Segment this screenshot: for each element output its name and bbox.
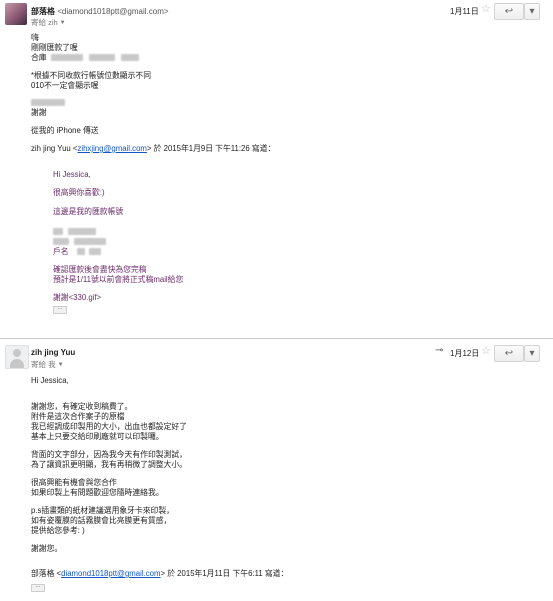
body-line: 謝謝您，有確定收到稿費了。 [31,402,133,411]
recipient-details-icon[interactable]: ▼ [58,362,64,368]
quote-header-prefix: 部落格 < [31,569,62,578]
body-thanks: 謝謝您。 [31,544,63,553]
chevron-down-icon: ▾ [529,6,535,17]
quote-account: 這邊是我的匯款帳號 [53,207,124,216]
redacted-text [76,248,85,255]
bank-name: 合庫 [31,53,47,62]
quote-confirm: 預計是1/11號以前會將正式稿mail給您 [53,275,184,284]
redacted-text [68,228,97,235]
reply-button[interactable]: ↩ [494,3,524,20]
body-line: 為了讓資訊更明顯，我有再稍微了調整大小。 [31,460,187,469]
body-line: 提供給您參考: ) [31,526,85,535]
body-hi: Hi Jessica, [31,376,69,385]
redacted-text [74,238,107,245]
quote-confirm: 確認匯款後會盡快為您完稿 [53,265,147,274]
sender-avatar[interactable] [5,345,29,369]
show-trimmed-content-button[interactable]: ... [53,305,67,314]
quote-hi: Hi Jessica, [53,170,91,179]
quote-header-suffix: > 於 2015年1月9日 下午11:26 寫道： [146,144,276,153]
sender-line: 部落格 <diamond1018ptt@gmail.com> [31,6,169,17]
body-line: 我已經調成印製用的大小，出血也都設定好了 [31,422,187,431]
reply-icon: ↩ [504,348,514,359]
more-options-button[interactable]: ▾ [524,3,540,20]
redacted-text [121,54,140,61]
body-line: 附件是這次合作案子的原檔 [31,412,125,421]
recipient-text: 寄給 我 [31,360,56,369]
attachment-clip-icon: ⊸ [435,345,444,356]
body-sent-from: 從我的 iPhone 傳送 [31,126,99,135]
redacted-text [31,99,65,106]
body-line: p.s插畫類的紙材建議選用象牙卡來印製， [31,506,174,515]
recipient-line[interactable]: 寄給 zih ▼ [31,17,66,28]
quote-header: zih jing Yuu <zihxjing@gmail.com> 於 2015… [31,144,275,155]
recipient-text: 寄給 zih [31,18,58,27]
show-trimmed-content-button[interactable]: ... [31,583,45,592]
message-1: 部落格 <diamond1018ptt@gmail.com> 寄給 zih ▼ 1… [0,0,553,324]
body-note: 010不一定會顯示喔 [31,81,99,90]
star-icon[interactable]: ☆ [481,344,491,357]
sender-email: <diamond1018ptt@gmail.com> [57,7,169,16]
message-date[interactable]: 1月11日 [450,6,479,17]
redacted-text [53,228,63,235]
body-line: 很高興能有機會與您合作 [31,478,117,487]
redacted-text [88,248,101,255]
quote-holder: 戶名 [53,247,101,258]
sender-avatar[interactable] [5,3,27,25]
reply-icon: ↩ [504,6,514,17]
body-line: 基本上只要交給印刷廠就可以印製囉。 [31,432,164,441]
more-options-button[interactable]: ▾ [524,345,540,362]
body-greeting: 嗨 [31,33,39,42]
redacted-text [53,238,69,245]
quote-happy: 很高興你喜歡:) [53,188,105,197]
quote-email-link[interactable]: diamond1018ptt@gmail.com [61,569,160,578]
body-line: 剛剛匯款了喔 [31,43,78,52]
redacted-text [88,54,115,61]
recipient-line[interactable]: 寄給 我 ▼ [31,359,64,370]
body-line: 背面的文字部分，因為我今天有作印製測試， [31,450,187,459]
body-thanks: 謝謝 [31,108,47,117]
redacted-text [50,54,83,61]
chevron-down-icon: ▾ [529,348,535,359]
sender-name[interactable]: zih jing Yuu [31,348,75,357]
quote-redacted [53,227,97,238]
body-line: 如果印製上有問題歡迎您隨時連絡我。 [31,488,164,497]
quote-redacted [53,237,107,248]
body-line-bank: 合庫 [31,53,140,64]
quote-header-prefix: zih jing Yuu < [31,144,78,153]
body-line: 如有姿覆膜的話霧膜會比亮膜更有質感， [31,516,172,525]
body-note: *根據不同收款行帳號位數顯示不同 [31,71,151,80]
quote-email-link[interactable]: zihxjing@gmail.com [77,144,146,153]
message-date[interactable]: 1月12日 [450,348,479,359]
body-redacted [31,98,65,109]
sender-name[interactable]: 部落格 [31,7,55,16]
recipient-details-icon[interactable]: ▼ [60,20,66,26]
message-2: zih jing Yuu 寄給 我 ▼ ⊸ 1月12日 ☆ ↩ ▾ Hi Jess… [0,338,553,601]
star-icon[interactable]: ☆ [481,2,491,15]
holder-label: 戶名 [53,247,69,256]
quote-header-suffix: > 於 2015年1月11日 下午6:11 寫道： [160,569,289,578]
reply-button[interactable]: ↩ [494,345,524,362]
quote-header: 部落格 <diamond1018ptt@gmail.com> 於 2015年1月… [31,569,288,580]
sender-line: zih jing Yuu [31,348,75,357]
quote-thanks: 謝謝<330.gif> [53,293,102,302]
